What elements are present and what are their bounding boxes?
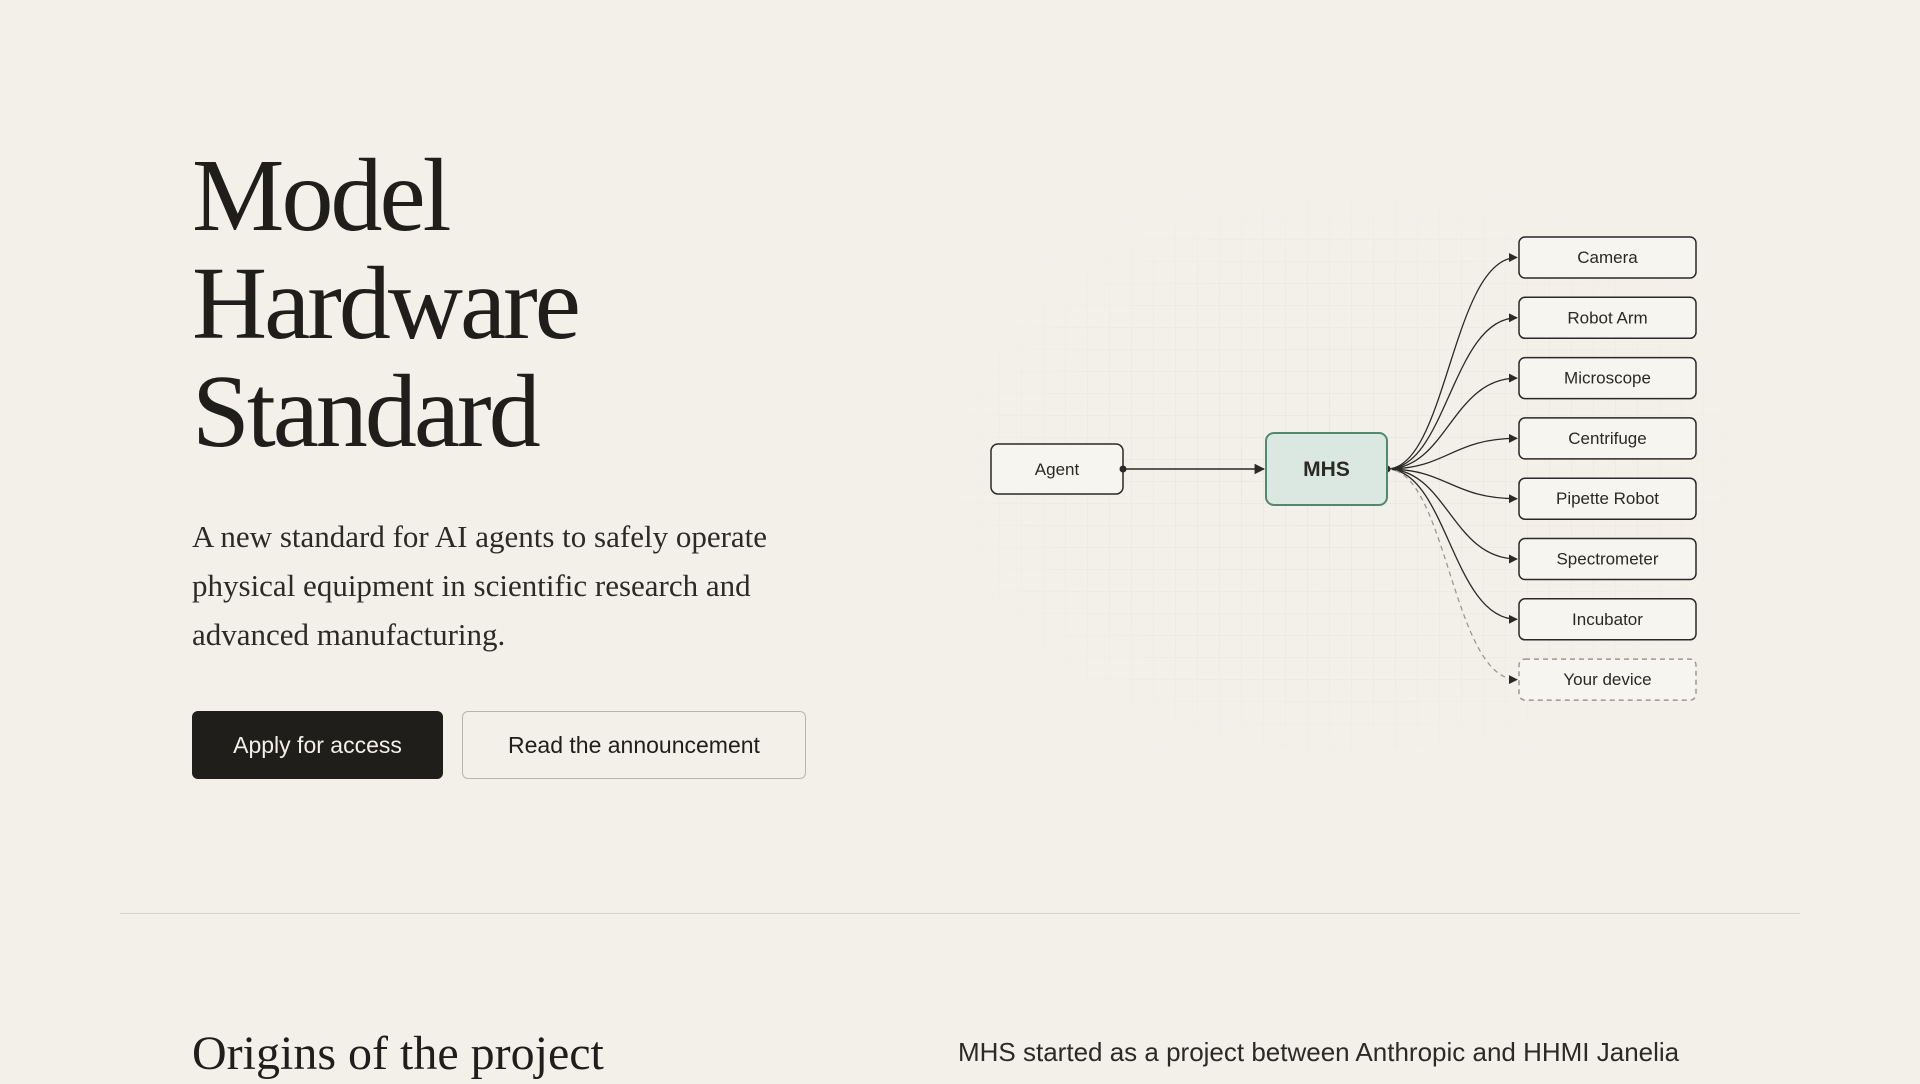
title-line: Hardware xyxy=(192,246,581,361)
device-label: Spectrometer xyxy=(1556,550,1658,569)
title-line: Standard xyxy=(192,354,541,469)
device-label: Centrifuge xyxy=(1568,429,1646,448)
device-label: Camera xyxy=(1577,248,1638,267)
device-node: Centrifuge xyxy=(1518,417,1697,460)
origins-heading: Origins of the project xyxy=(192,1027,604,1080)
origins-text: MHS started as a project between Anthrop… xyxy=(958,1037,1680,1067)
device-label: Pipette Robot xyxy=(1556,489,1659,508)
device-label: Your device xyxy=(1563,670,1651,689)
agent-label: Agent xyxy=(1035,460,1080,479)
device-label: Microscope xyxy=(1564,369,1651,388)
title-line: Model xyxy=(192,138,452,253)
agent-node: Agent xyxy=(990,443,1124,495)
mhs-hub-node: MHS xyxy=(1265,432,1388,506)
device-node: Incubator xyxy=(1518,598,1697,641)
device-node: Pipette Robot xyxy=(1518,477,1697,520)
architecture-diagram: Agent MHS Camera Robot Arm Microscope Centr… xyxy=(955,195,1735,755)
device-node: Robot Arm xyxy=(1518,296,1697,340)
device-label: Robot Arm xyxy=(1567,308,1647,327)
apply-for-access-button[interactable]: Apply for access xyxy=(192,711,443,779)
device-node: Microscope xyxy=(1518,356,1697,400)
device-node: Camera xyxy=(1518,236,1697,279)
page-title: Model Hardware Standard xyxy=(192,138,581,469)
mhs-label: MHS xyxy=(1303,458,1350,481)
device-node: Spectrometer xyxy=(1518,537,1697,581)
device-label: Incubator xyxy=(1572,610,1643,629)
hero-description: A new standard for AI agents to safely o… xyxy=(192,519,768,652)
section-divider xyxy=(120,913,1800,914)
read-announcement-button[interactable]: Read the announcement xyxy=(462,711,806,779)
your-device-node: Your device xyxy=(1518,658,1697,701)
